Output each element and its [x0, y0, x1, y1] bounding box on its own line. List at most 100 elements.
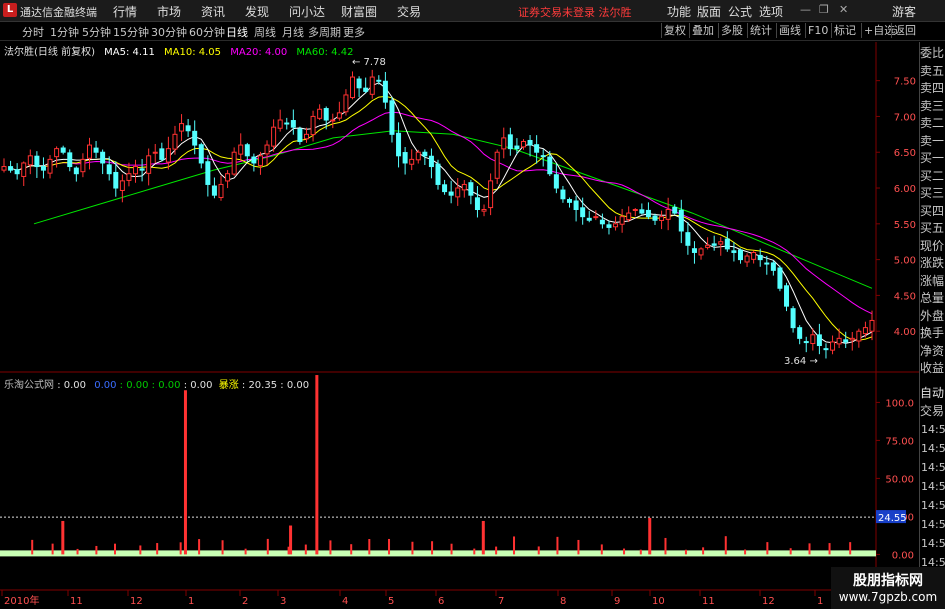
candle-body: [652, 215, 658, 221]
candle: [257, 151, 263, 175]
menu-news[interactable]: 资讯: [201, 3, 225, 20]
indicator-small-bar: [244, 548, 247, 555]
candle: [816, 323, 822, 355]
indicator-small-bar: [388, 538, 391, 555]
period-30min[interactable]: 30分钟: [151, 24, 187, 40]
trade-time-5: 14:56: [921, 518, 945, 531]
candle: [47, 155, 53, 179]
candle-body: [626, 212, 632, 221]
auto-tab[interactable]: 自动: [920, 384, 945, 402]
candle: [685, 222, 691, 255]
trade-tab[interactable]: 交易: [920, 402, 945, 420]
kline-chart[interactable]: 7.507.006.506.005.505.004.504.00 100.075…: [0, 42, 919, 609]
f10-button[interactable]: F10: [805, 23, 830, 38]
candle-body: [257, 155, 263, 166]
period-60min[interactable]: 60分钟: [189, 24, 225, 40]
candle: [93, 140, 99, 159]
candle: [823, 343, 829, 359]
candle-body: [93, 147, 99, 153]
watermark-title: 股朋指标网: [853, 573, 923, 589]
minimize-icon[interactable]: —: [800, 3, 811, 16]
period-5min[interactable]: 5分钟: [82, 24, 111, 40]
candle-body: [415, 151, 421, 161]
back-button[interactable]: 返回: [891, 23, 918, 38]
period-daily[interactable]: 日线: [226, 24, 248, 40]
indicator-small-bar: [95, 545, 98, 555]
candle: [869, 310, 875, 341]
quote-field-4: 卖二: [920, 116, 945, 130]
candle: [40, 157, 46, 179]
candle: [777, 265, 783, 292]
menu-ask-xiaoda[interactable]: 问小达: [289, 3, 325, 20]
period-1min[interactable]: 1分钟: [50, 24, 79, 40]
mark-button[interactable]: 标记: [831, 23, 858, 38]
adjust-button[interactable]: 复权: [661, 23, 688, 38]
maximize-icon[interactable]: ❐: [819, 3, 829, 16]
indicator-bar: [481, 520, 485, 555]
candle: [830, 335, 836, 355]
candle-body: [205, 161, 211, 185]
candle: [567, 197, 573, 208]
candle: [179, 114, 185, 141]
overlay-button[interactable]: 叠加: [689, 23, 716, 38]
date-tick-label: 6: [438, 596, 444, 607]
candle: [790, 306, 796, 333]
indicator-small-bar: [724, 536, 727, 555]
menu-discover[interactable]: 发现: [245, 3, 269, 20]
indicator-small-bar: [537, 546, 540, 555]
app-title: 通达信金融终端: [20, 6, 97, 19]
candle-body: [580, 207, 586, 218]
close-icon[interactable]: ✕: [839, 3, 848, 16]
menu-functions[interactable]: 功能: [667, 3, 691, 20]
menu-market[interactable]: 市场: [157, 3, 181, 20]
app-logo: L: [3, 3, 17, 17]
indicator-small-bar: [828, 543, 831, 555]
candle: [428, 148, 434, 179]
candle-body: [336, 112, 342, 119]
candle: [856, 328, 862, 348]
candle: [448, 180, 454, 204]
menu-market-quotes[interactable]: 行情: [113, 3, 137, 20]
statistics-button[interactable]: 统计: [747, 23, 774, 38]
indicator-small-bar: [287, 546, 290, 555]
candle: [317, 104, 323, 121]
candle: [297, 126, 303, 145]
period-multi[interactable]: 多周期: [308, 24, 341, 40]
menu-options[interactable]: 选项: [759, 3, 783, 20]
period-more[interactable]: 更多: [343, 24, 365, 40]
multi-stock-button[interactable]: 多股: [718, 23, 745, 38]
period-15min[interactable]: 15分钟: [113, 24, 149, 40]
period-weekly[interactable]: 周线: [254, 24, 276, 40]
candle: [751, 250, 757, 264]
menu-wealth-circle[interactable]: 财富圈: [341, 3, 377, 20]
candle: [290, 109, 296, 135]
price-tick-label: 5.50: [894, 220, 916, 231]
candle-body: [784, 285, 790, 307]
menu-layout[interactable]: 版面: [697, 3, 721, 20]
candle: [133, 159, 139, 183]
candle-body: [100, 151, 106, 164]
candle-body: [211, 185, 217, 196]
menu-formula[interactable]: 公式: [728, 3, 752, 20]
candle: [632, 208, 638, 217]
candle: [488, 173, 494, 216]
period-monthly[interactable]: 月线: [282, 24, 304, 40]
quote-field-2: 卖四: [920, 81, 945, 95]
candle-body: [67, 152, 73, 168]
guest-label[interactable]: 游客: [892, 3, 916, 20]
menu-trade[interactable]: 交易: [397, 3, 421, 20]
candlestick-series: [1, 69, 875, 359]
candle: [415, 149, 421, 164]
ma20-line: [30, 111, 873, 315]
draw-line-button[interactable]: 画线: [776, 23, 803, 38]
indicator-small-bar: [179, 542, 182, 555]
period-intraday[interactable]: 分时: [22, 24, 44, 40]
candle: [330, 113, 336, 129]
indicator-small-bar: [513, 536, 516, 555]
candle-body: [402, 152, 408, 164]
price-tick-label: 7.00: [894, 112, 916, 123]
quote-field-5: 卖一: [920, 133, 945, 148]
quote-field-1: 卖五: [920, 63, 945, 78]
candle-body: [455, 187, 461, 198]
candle: [678, 199, 684, 244]
